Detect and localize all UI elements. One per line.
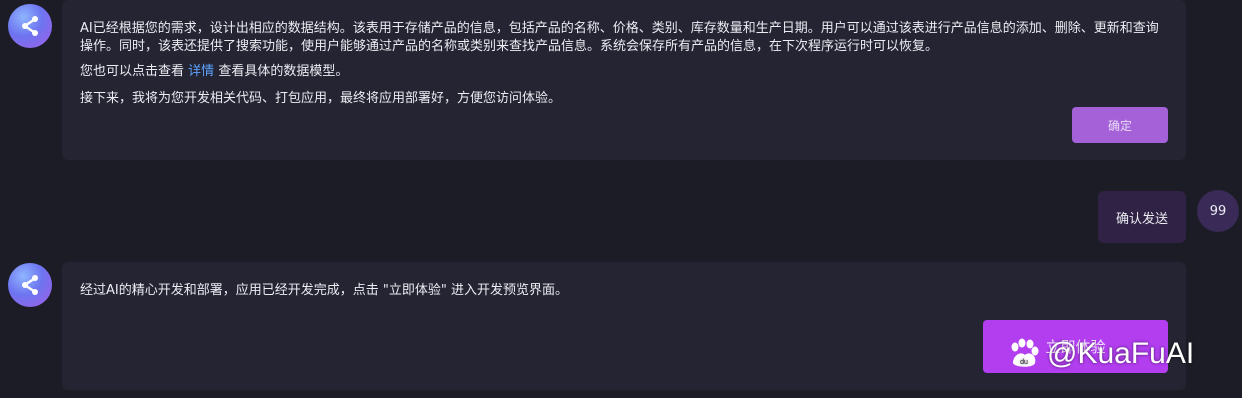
share-icon <box>22 275 38 295</box>
details-link[interactable]: 详情 <box>188 64 214 79</box>
ai-avatar <box>8 4 52 48</box>
ai-avatar-2 <box>8 263 52 307</box>
ai-message-2-text: 经过AI的精心开发和部署，应用已经开发完成，点击 "立即体验" 进入开发预览界面… <box>80 283 568 298</box>
paragraph-2-prefix: 您也可以点击查看 <box>80 64 185 79</box>
try-now-button[interactable]: 立即体验 <box>983 320 1168 373</box>
user-message-bubble: 确认发送 <box>1098 191 1186 243</box>
confirm-button[interactable]: 确定 <box>1072 107 1168 143</box>
paragraph-2-suffix: 查看具体的数据模型。 <box>218 64 349 79</box>
user-avatar: 99 <box>1197 190 1239 232</box>
ai-message-paragraph-3: 接下来，我将为您开发相关代码、打包应用，最终将应用部署好，方便您访问体验。 <box>80 91 562 106</box>
share-icon <box>22 16 38 36</box>
ai-message-paragraph-2: 您也可以点击查看 详情 查看具体的数据模型。 <box>80 63 1170 81</box>
ai-message-paragraph-1: AI已经根据您的需求，设计出相应的数据结构。该表用于存储产品的信息，包括产品的名… <box>80 21 1159 54</box>
